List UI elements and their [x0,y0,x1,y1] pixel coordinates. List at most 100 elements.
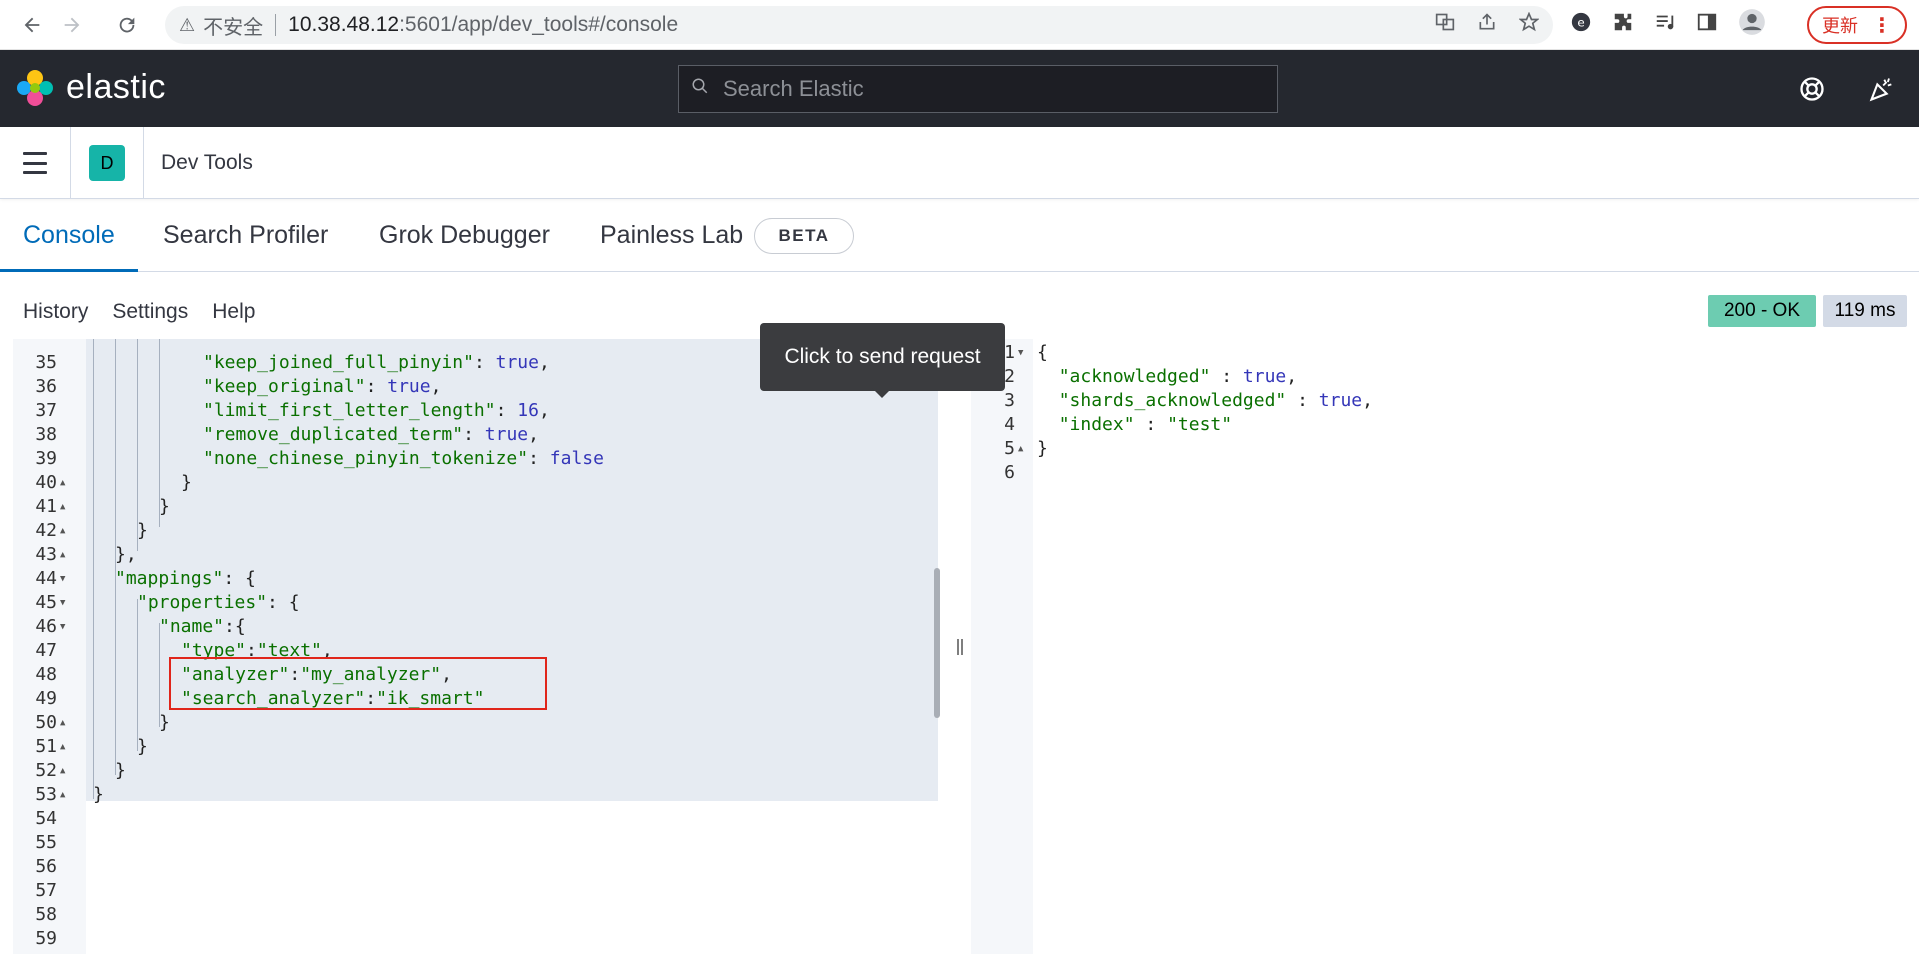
url-text: 10.38.48.12:5601/app/dev_tools#/console [288,13,678,37]
line-number: 3 [1004,390,1015,411]
fold-open-icon[interactable]: ▼ [60,591,65,615]
history-link[interactable]: History [23,300,88,324]
space-avatar[interactable]: D [89,145,125,181]
svg-text:e: e [1577,16,1584,30]
line-number: 52 [35,760,57,781]
indent-guide [137,339,138,551]
line-number: 44 [35,568,57,589]
fold-closed-icon[interactable]: ▲ [1018,437,1023,461]
extensions-puzzle-icon[interactable] [1612,11,1634,39]
response-time-badge: 119 ms [1823,295,1907,327]
code-line: "properties": { [137,592,300,613]
help-link[interactable]: Help [212,300,255,324]
code-line: "shards_acknowledged" : true, [1058,390,1373,411]
tab-grok-debugger[interactable]: Grok Debugger [379,199,550,272]
fold-open-icon[interactable]: ▼ [1018,341,1023,365]
line-number: 53 [35,784,57,805]
address-bar[interactable]: ⚠ 不安全 10.38.48.12:5601/app/dev_tools#/co… [165,6,1553,44]
line-number: 37 [35,400,57,421]
fold-closed-icon[interactable]: ▲ [60,759,65,783]
settings-link[interactable]: Settings [112,300,188,324]
side-panel-icon[interactable] [1696,11,1718,39]
browser-update-button[interactable]: 更新 ⋮ [1807,6,1907,44]
line-number: 51 [35,736,57,757]
line-number: 40 [35,472,57,493]
line-number: 39 [35,448,57,469]
menu-hamburger-icon[interactable] [20,149,50,177]
browser-toolbar: ⚠ 不安全 10.38.48.12:5601/app/dev_tools#/co… [0,0,1919,50]
code-line: } [159,496,170,517]
code-line: "limit_first_letter_length": 16, [203,400,550,421]
line-number: 48 [35,664,57,685]
fold-closed-icon[interactable]: ▲ [60,783,65,807]
fold-open-icon[interactable]: ▼ [60,615,65,639]
extension-e-icon[interactable]: e [1570,11,1592,39]
console-menu: History Settings Help [23,300,255,324]
bookmark-star-icon[interactable] [1518,11,1540,38]
fold-closed-icon[interactable]: ▲ [60,735,65,759]
fold-closed-icon[interactable]: ▲ [60,711,65,735]
line-number: 55 [35,832,57,853]
line-number: 47 [35,640,57,661]
tab-search-profiler[interactable]: Search Profiler [163,199,328,272]
line-number: 5 [1004,438,1015,459]
line-number: 45 [35,592,57,613]
translate-icon[interactable] [1435,12,1455,38]
line-number: 50 [35,712,57,733]
global-search[interactable] [678,65,1278,113]
back-arrow-icon[interactable] [17,10,47,40]
code-line: } [115,760,126,781]
forward-arrow-icon[interactable] [57,10,87,40]
elastic-logo-icon [16,69,54,107]
update-label: 更新 [1822,16,1858,37]
search-input[interactable] [723,76,1243,102]
active-tab-underline [0,269,138,272]
line-number: 58 [35,904,57,925]
line-number: 41 [35,496,57,517]
line-number: 57 [35,880,57,901]
elastic-logo[interactable]: elastic [16,68,166,107]
code-line: "acknowledged" : true, [1058,366,1298,387]
fold-closed-icon[interactable]: ▲ [60,519,65,543]
profile-avatar-icon[interactable] [1738,8,1766,42]
fold-open-icon[interactable]: ▼ [60,567,65,591]
fold-closed-icon[interactable]: ▲ [60,495,65,519]
kebab-menu-icon: ⋮ [1872,13,1892,37]
code-line: } [137,736,148,757]
share-icon[interactable] [1477,12,1497,38]
request-editor[interactable]: 35 "keep_joined_full_pinyin": true, 36 "kee… [13,339,938,954]
request-scrollbar[interactable] [934,568,940,718]
tooltip-arrow [872,388,892,398]
panel-resizer[interactable] [950,339,970,954]
code-line: "index" : "test" [1058,414,1233,435]
insecure-label: 不安全 [203,14,264,39]
indent-guide [159,623,160,727]
appbar-divider [143,127,144,199]
url-path: :5601/app/dev_tools#/console [399,13,679,36]
code-line: }, [115,544,137,565]
help-lifebuoy-icon[interactable] [1795,72,1829,106]
code-line: "name":{ [159,616,246,637]
newsfeed-icon[interactable] [1865,72,1899,106]
line-number: 46 [35,616,57,637]
response-editor[interactable]: 1 ▼{2 "acknowledged" : true, 3 "shards_ack… [971,339,1907,954]
app-bar: D Dev Tools [0,127,1919,199]
tab-painless-lab[interactable]: Painless Lab [600,199,743,272]
line-number: 49 [35,688,57,709]
dev-tools-tabs: Console Search Profiler Grok Debugger Pa… [0,199,1919,272]
tab-console[interactable]: Console [23,199,115,272]
breadcrumb-dev-tools: Dev Tools [161,151,253,174]
code-line: } [93,784,104,805]
code-line: } [1037,438,1048,459]
reload-icon[interactable] [112,10,142,40]
indent-guide [93,339,94,799]
fold-closed-icon[interactable]: ▲ [60,471,65,495]
media-queue-icon[interactable] [1654,11,1676,39]
appbar-divider [70,127,71,199]
indent-guide [159,339,160,527]
fold-closed-icon[interactable]: ▲ [60,543,65,567]
address-divider [275,14,277,36]
line-number: 42 [35,520,57,541]
warning-icon: ⚠ [179,14,196,35]
url-host: 10.38.48.12 [288,13,400,36]
